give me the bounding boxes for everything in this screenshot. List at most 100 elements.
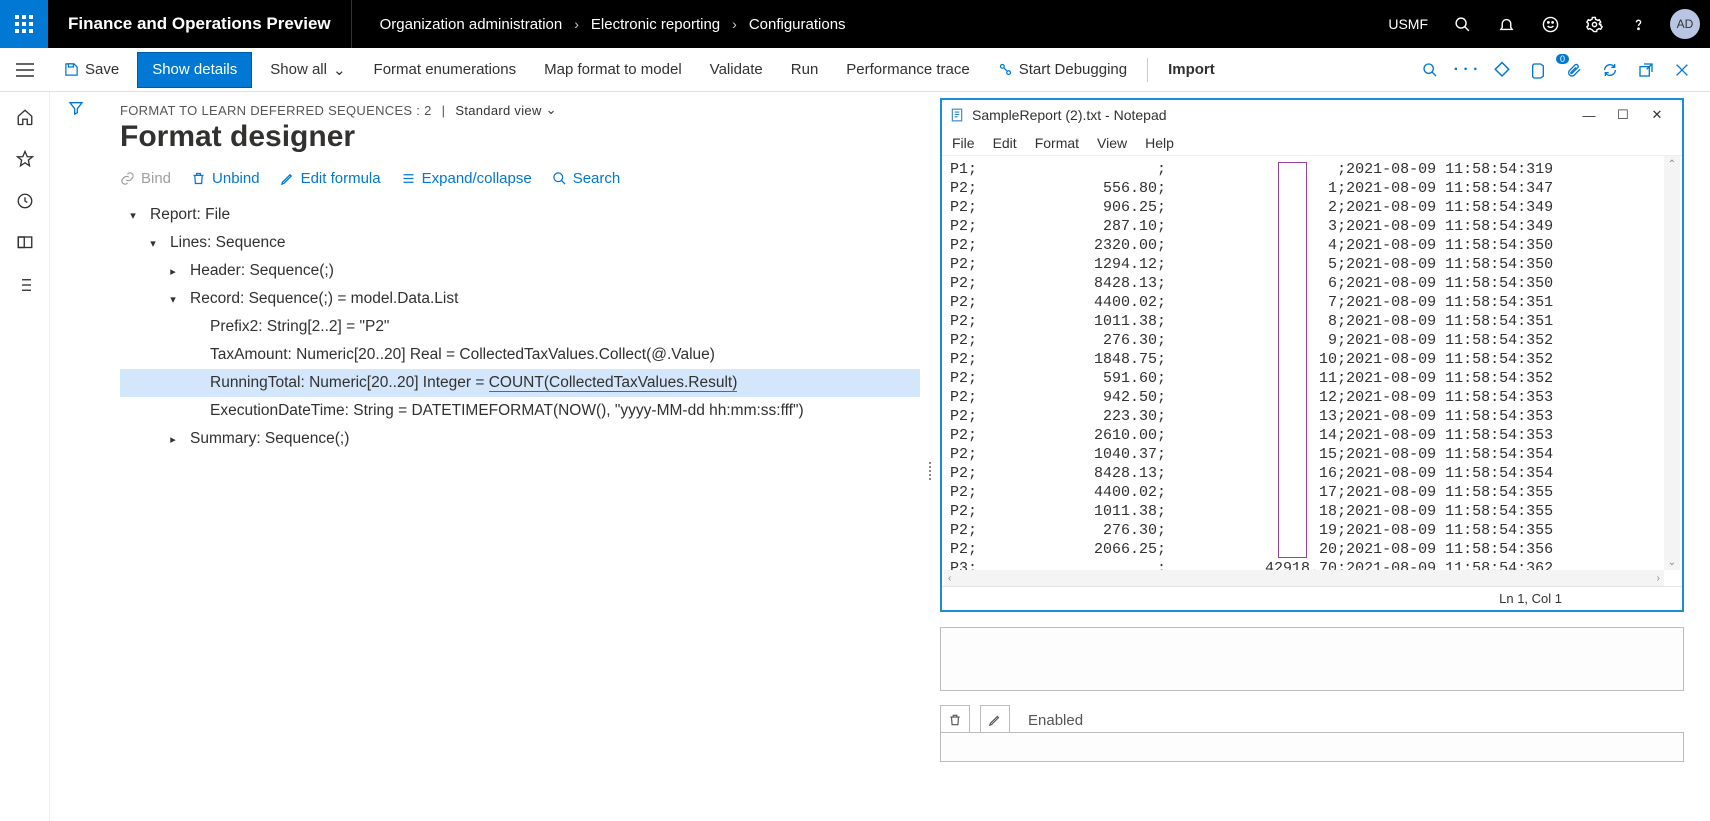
notepad-text[interactable]: P1; ; ;2021-08-09 11:58:54:319 P2; 556.8… — [942, 156, 1682, 578]
view-label: Standard view — [455, 103, 541, 118]
gear-icon[interactable] — [1574, 0, 1614, 48]
company-picker[interactable]: USMF — [1388, 16, 1428, 32]
bind-action[interactable]: Bind — [120, 170, 171, 187]
splitter-handle[interactable] — [926, 462, 934, 488]
perf-trace-button[interactable]: Performance trace — [832, 48, 983, 92]
edit-formula-action[interactable]: Edit formula — [280, 170, 381, 187]
bell-icon[interactable] — [1486, 0, 1526, 48]
page-crumb: FORMAT TO LEARN DEFERRED SEQUENCES : 2 |… — [120, 102, 920, 118]
app-launcher[interactable] — [0, 0, 48, 48]
more-icon[interactable]: · · · — [1452, 56, 1480, 84]
link-icon — [120, 171, 135, 186]
unbind-action[interactable]: Unbind — [191, 170, 260, 187]
start-debug-button[interactable]: Start Debugging — [984, 48, 1141, 92]
vertical-scrollbar[interactable]: ⌃⌄ — [1664, 156, 1680, 570]
property-area: Enabled — [940, 627, 1684, 735]
unbind-label: Unbind — [212, 170, 260, 187]
pencil-icon — [280, 171, 295, 186]
chevron-down-icon: ⌄ — [546, 102, 557, 118]
topbar-right: USMF AD — [1388, 0, 1710, 48]
cursor-position: Ln 1, Col 1 — [1499, 591, 1562, 606]
tree-node-summary[interactable]: ▸ Summary: Sequence(;) — [120, 425, 920, 453]
show-all-button[interactable]: Show all⌄ — [256, 48, 359, 92]
menu-file[interactable]: File — [952, 135, 975, 151]
tree-node-execdatetime[interactable]: ExecutionDateTime: String = DATETIMEFORM… — [120, 397, 920, 425]
close-icon[interactable] — [1668, 56, 1696, 84]
menu-format[interactable]: Format — [1035, 135, 1079, 151]
node-label: Record: Sequence(;) = model.Data.List — [190, 290, 458, 308]
save-label: Save — [85, 61, 119, 78]
node-label: Lines: Sequence — [170, 234, 285, 252]
minimize-button[interactable]: — — [1572, 108, 1606, 123]
search-icon — [552, 171, 567, 186]
tree-node-record[interactable]: ▾Record: Sequence(;) = model.Data.List — [120, 285, 920, 313]
search-icon[interactable] — [1416, 56, 1444, 84]
close-button[interactable]: ✕ — [1640, 107, 1674, 123]
menu-view[interactable]: View — [1097, 135, 1127, 151]
show-details-button[interactable]: Show details — [137, 52, 252, 88]
tree-node-prefix[interactable]: Prefix2: String[2..2] = "P2" — [120, 313, 920, 341]
smile-icon[interactable] — [1530, 0, 1570, 48]
node-label: Summary: Sequence(;) — [190, 430, 349, 448]
home-icon[interactable] — [16, 108, 34, 126]
notepad-statusbar: Ln 1, Col 1 — [942, 586, 1682, 610]
clock-icon[interactable] — [16, 192, 34, 210]
enabled-value-box[interactable] — [940, 732, 1684, 762]
breadcrumb-item[interactable]: Electronic reporting — [591, 16, 720, 33]
modules-icon[interactable] — [16, 276, 34, 294]
map-format-button[interactable]: Map format to model — [530, 48, 696, 92]
expand-collapse-action[interactable]: Expand/collapse — [401, 170, 532, 187]
tree-node-header[interactable]: ▸Header: Sequence(;) — [120, 257, 920, 285]
cmdbar-right: · · · — [1416, 56, 1710, 84]
import-button[interactable]: Import — [1154, 48, 1229, 92]
tree-node-report[interactable]: ▾Report: File — [120, 201, 920, 229]
notepad-menu: File Edit Format View Help — [942, 130, 1682, 156]
notepad-body[interactable]: P1; ; ;2021-08-09 11:58:54:319 P2; 556.8… — [942, 156, 1682, 586]
caret-right-icon: ▸ — [166, 265, 180, 278]
debug-icon — [998, 62, 1013, 77]
help-icon[interactable] — [1618, 0, 1658, 48]
designer-actions: Bind Unbind Edit formula Expand/collapse… — [120, 170, 920, 187]
caret-right-icon: ▸ — [166, 433, 180, 446]
search-icon[interactable] — [1442, 0, 1482, 48]
breadcrumb-item[interactable]: Configurations — [749, 16, 846, 33]
validate-button[interactable]: Validate — [696, 48, 777, 92]
chevron-down-icon: ⌄ — [333, 61, 346, 79]
workspace-icon[interactable] — [16, 234, 34, 252]
filter-icon[interactable] — [68, 100, 84, 116]
bind-label: Bind — [141, 170, 171, 187]
search-action[interactable]: Search — [552, 170, 621, 187]
menu-help[interactable]: Help — [1145, 135, 1174, 151]
horizontal-scrollbar[interactable]: ‹› — [944, 570, 1664, 586]
left-rail — [0, 92, 50, 821]
maximize-button[interactable]: ☐ — [1606, 107, 1640, 123]
app-title: Finance and Operations Preview — [48, 0, 352, 48]
notepad-titlebar[interactable]: SampleReport (2).txt - Notepad — ☐ ✕ — [942, 100, 1682, 130]
breadcrumb-item[interactable]: Organization administration — [380, 16, 563, 33]
format-enum-button[interactable]: Format enumerations — [360, 48, 531, 92]
view-picker[interactable]: Standard view ⌄ — [455, 102, 556, 118]
star-icon[interactable] — [16, 150, 34, 168]
filter-column — [50, 92, 102, 116]
nav-hamburger[interactable] — [0, 48, 50, 92]
tree-node-lines[interactable]: ▾Lines: Sequence — [120, 229, 920, 257]
right-pane: SampleReport (2).txt - Notepad — ☐ ✕ Fil… — [940, 92, 1710, 821]
attach-icon[interactable] — [1488, 56, 1516, 84]
enabled-label: Enabled — [1028, 712, 1083, 729]
office-icon[interactable] — [1524, 56, 1552, 84]
save-icon — [64, 62, 79, 77]
run-button[interactable]: Run — [777, 48, 833, 92]
menu-edit[interactable]: Edit — [993, 135, 1017, 151]
edit-button[interactable] — [980, 705, 1010, 735]
refresh-icon[interactable] — [1596, 56, 1624, 84]
description-box[interactable] — [940, 627, 1684, 691]
tree-node-runningtotal[interactable]: RunningTotal: Numeric[20..20] Integer = … — [120, 369, 920, 397]
separator: | — [442, 103, 446, 118]
avatar[interactable]: AD — [1670, 9, 1700, 39]
popout-icon[interactable] — [1632, 56, 1660, 84]
format-enum-label: Format enumerations — [374, 61, 517, 78]
save-button[interactable]: Save — [50, 48, 133, 92]
delete-button[interactable] — [940, 705, 970, 735]
tree-node-taxamount[interactable]: TaxAmount: Numeric[20..20] Real = Collec… — [120, 341, 920, 369]
attachments-icon[interactable] — [1560, 56, 1588, 84]
